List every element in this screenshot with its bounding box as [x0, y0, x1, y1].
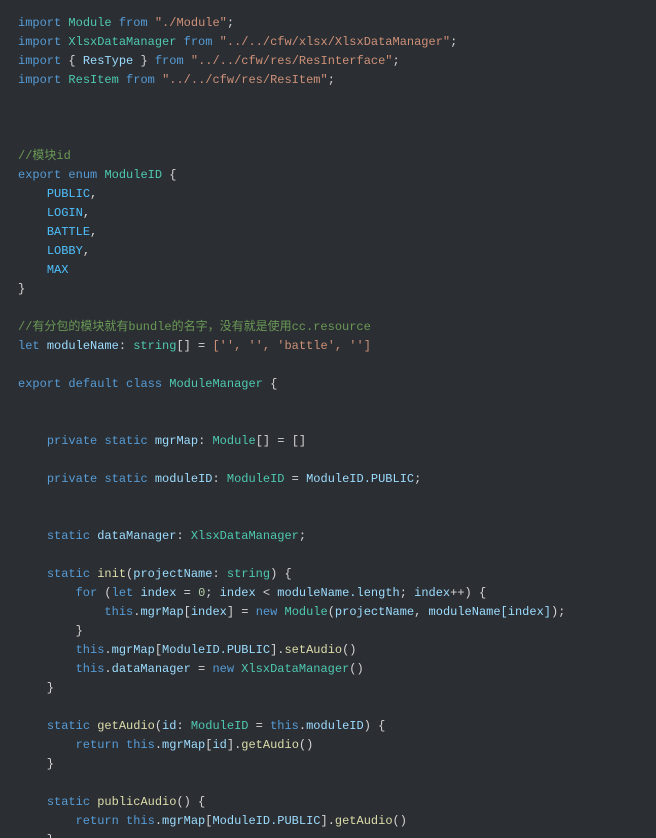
- code-line: return this.mgrMap[ModuleID.PUBLIC].getA…: [18, 814, 407, 828]
- code-line: static publicAudio() {: [18, 795, 205, 809]
- import-module: ResType: [83, 54, 133, 68]
- code-line: import { ResType } from "../../cfw/res/R…: [18, 54, 400, 68]
- code-line: static getAudio(id: ModuleID = this.modu…: [18, 719, 385, 733]
- code-line: private static moduleID: ModuleID = Modu…: [18, 472, 421, 486]
- code-line: LOBBY,: [18, 244, 90, 258]
- code-editor: import Module from "./Module"; import Xl…: [0, 0, 656, 838]
- array-literal: ['', '', 'battle', '']: [212, 339, 370, 353]
- enum-member: LOBBY: [47, 244, 83, 258]
- code-line: for (let index = 0; index < moduleName.l…: [18, 586, 486, 600]
- code-line: BATTLE,: [18, 225, 97, 239]
- comment: //模块id: [18, 149, 71, 163]
- import-module: XlsxDataManager: [68, 35, 176, 49]
- method-name: publicAudio: [97, 795, 176, 809]
- keyword-import: import: [18, 73, 61, 87]
- code-line: }: [18, 757, 54, 771]
- code-line: import XlsxDataManager from "../../cfw/x…: [18, 35, 457, 49]
- code-line: }: [18, 282, 25, 296]
- code-line: import ResItem from "../../cfw/res/ResIt…: [18, 73, 335, 87]
- keyword-import: import: [18, 54, 61, 68]
- import-module: ResItem: [68, 73, 118, 87]
- code-line: export default class ModuleManager {: [18, 377, 277, 391]
- code-line: export enum ModuleID {: [18, 168, 176, 182]
- method-name: getAudio: [97, 719, 155, 733]
- code-line: }: [18, 681, 54, 695]
- field: moduleID: [155, 472, 213, 486]
- code-line: private static mgrMap: Module[] = []: [18, 434, 306, 448]
- code-line: this.mgrMap[index] = new Module(projectN…: [18, 605, 565, 619]
- import-path: "../../cfw/xlsx/XlsxDataManager": [220, 35, 450, 49]
- keyword-from: from: [184, 35, 213, 49]
- code-line: }: [18, 833, 54, 838]
- method-name: init: [97, 567, 126, 581]
- keyword-from: from: [126, 73, 155, 87]
- import-path: "../../cfw/res/ResInterface": [191, 54, 393, 68]
- code-line: static init(projectName: string) {: [18, 567, 292, 581]
- code-line: static dataManager: XlsxDataManager;: [18, 529, 306, 543]
- import-module: Module: [68, 16, 111, 30]
- code-line: let moduleName: string[] = ['', '', 'bat…: [18, 339, 371, 353]
- keyword-from: from: [155, 54, 184, 68]
- import-path: "./Module": [155, 16, 227, 30]
- code-line: MAX: [18, 263, 68, 277]
- code-line: LOGIN,: [18, 206, 90, 220]
- comment: //有分包的模块就有bundle的名字，没有就是使用cc.resource: [18, 320, 371, 334]
- variable: moduleName: [47, 339, 119, 353]
- import-path: "../../cfw/res/ResItem": [162, 73, 328, 87]
- code-line: return this.mgrMap[id].getAudio(): [18, 738, 313, 752]
- code-line: this.dataManager = new XlsxDataManager(): [18, 662, 364, 676]
- code-line: this.mgrMap[ModuleID.PUBLIC].setAudio(): [18, 643, 357, 657]
- enum-name: ModuleID: [104, 168, 162, 182]
- keyword-from: from: [119, 16, 148, 30]
- enum-member: LOGIN: [47, 206, 83, 220]
- code-line: import Module from "./Module";: [18, 16, 234, 30]
- enum-member: BATTLE: [47, 225, 90, 239]
- enum-member: PUBLIC: [47, 187, 90, 201]
- field: mgrMap: [155, 434, 198, 448]
- field: dataManager: [97, 529, 176, 543]
- code-line: }: [18, 624, 83, 638]
- class-name: ModuleManager: [169, 377, 263, 391]
- keyword-import: import: [18, 35, 61, 49]
- keyword-import: import: [18, 16, 61, 30]
- code-line: PUBLIC,: [18, 187, 97, 201]
- enum-member: MAX: [47, 263, 69, 277]
